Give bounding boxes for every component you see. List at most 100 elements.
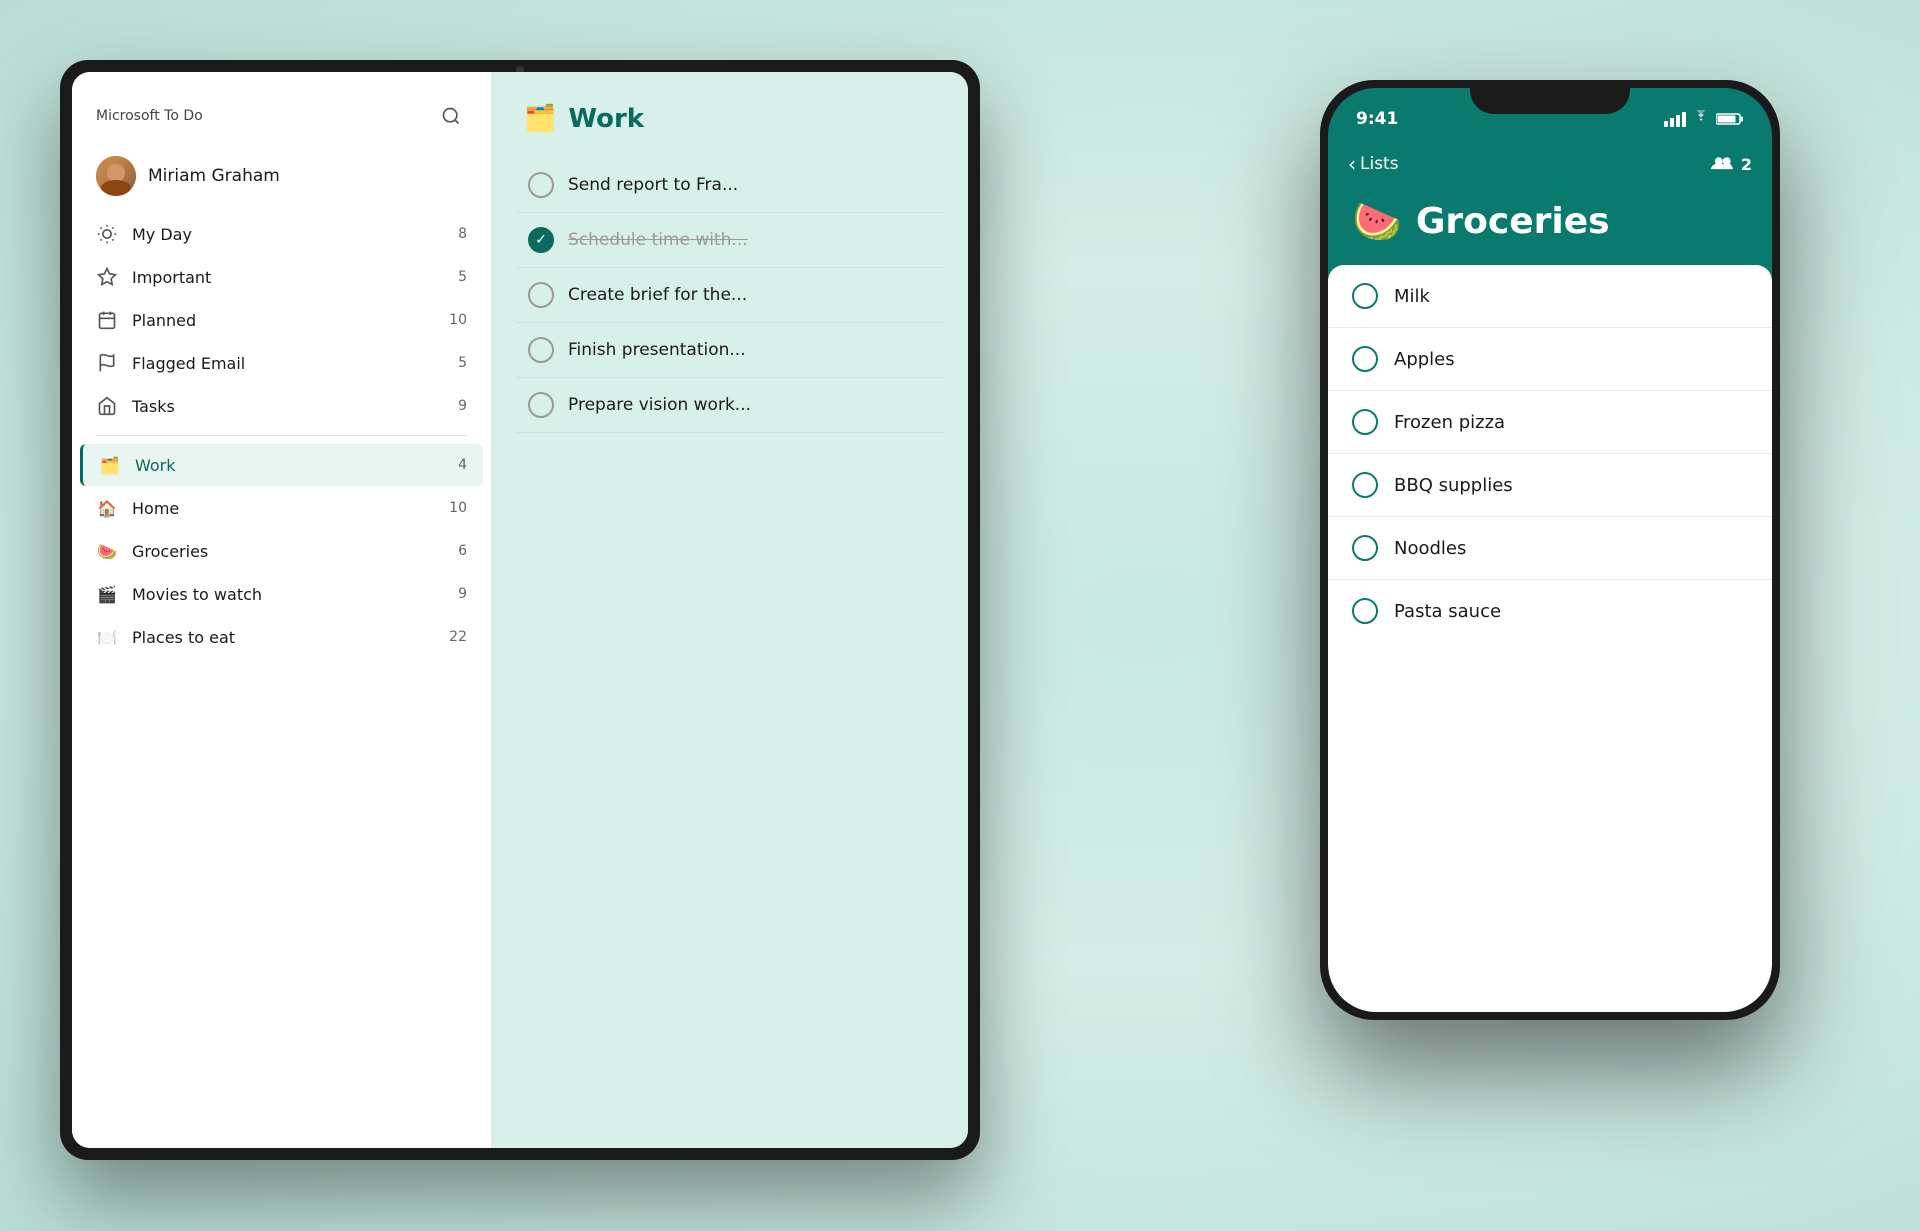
signal-icon xyxy=(1664,112,1686,127)
item-checkbox[interactable] xyxy=(1352,283,1378,309)
sidebar-header: Microsoft To Do xyxy=(72,72,491,148)
planned-label: Planned xyxy=(132,311,435,330)
sidebar-item-home[interactable]: 🏠 Home 10 xyxy=(80,487,483,529)
sidebar-item-groceries[interactable]: 🍉 Groceries 6 xyxy=(80,530,483,572)
wifi-icon xyxy=(1692,110,1710,128)
task-text: Prepare vision work... xyxy=(568,395,751,415)
task-checkbox[interactable] xyxy=(528,392,554,418)
tablet-screen: Microsoft To Do Miriam Graham xyxy=(72,72,968,1148)
work-count: 4 xyxy=(458,457,467,473)
nav-list: My Day 8 Important 5 xyxy=(72,212,491,1148)
sidebar-item-planned[interactable]: Planned 10 xyxy=(80,299,483,341)
places-label: Places to eat xyxy=(132,628,435,647)
avatar xyxy=(96,156,136,196)
calendar-icon xyxy=(96,309,118,331)
item-checkbox[interactable] xyxy=(1352,535,1378,561)
list-item[interactable]: Milk xyxy=(1328,265,1772,328)
task-item[interactable]: Send report to Fra... xyxy=(516,158,944,213)
signal-bar-3 xyxy=(1676,115,1680,127)
app-title: Microsoft To Do xyxy=(96,108,203,124)
phone-list-title: Groceries xyxy=(1416,201,1610,242)
sidebar-item-flagged-email[interactable]: Flagged Email 5 xyxy=(80,342,483,384)
task-item[interactable]: Schedule time with... xyxy=(516,213,944,268)
places-count: 22 xyxy=(449,629,467,645)
places-icon: 🍽️ xyxy=(96,626,118,648)
search-button[interactable] xyxy=(435,100,467,132)
sidebar-item-work[interactable]: 🗂️ Work 4 xyxy=(80,444,483,486)
item-checkbox[interactable] xyxy=(1352,598,1378,624)
phone-nav-bar: ‹ Lists 2 xyxy=(1328,138,1772,190)
phone-list-header: 🍉 Groceries xyxy=(1328,190,1772,265)
signal-bar-1 xyxy=(1664,121,1668,127)
main-header: 🗂️ Work xyxy=(492,72,968,150)
item-text: Milk xyxy=(1394,286,1430,307)
task-item[interactable]: Finish presentation... xyxy=(516,323,944,378)
user-name: Miriam Graham xyxy=(148,166,280,186)
planned-count: 10 xyxy=(449,312,467,328)
back-button[interactable]: ‹ Lists xyxy=(1348,152,1399,176)
item-checkbox[interactable] xyxy=(1352,472,1378,498)
list-item[interactable]: Noodles xyxy=(1328,517,1772,580)
home-count: 10 xyxy=(449,500,467,516)
signal-bar-2 xyxy=(1670,118,1674,127)
work-icon: 🗂️ xyxy=(99,454,121,476)
task-text-completed: Schedule time with... xyxy=(568,230,748,250)
task-text: Create brief for the... xyxy=(568,285,747,305)
phone-notch xyxy=(1470,80,1630,114)
sidebar-item-movies[interactable]: 🎬 Movies to watch 9 xyxy=(80,573,483,615)
groceries-count: 6 xyxy=(458,543,467,559)
home-label: Home xyxy=(132,499,435,518)
task-text: Finish presentation... xyxy=(568,340,746,360)
star-icon xyxy=(96,266,118,288)
flagged-email-label: Flagged Email xyxy=(132,354,444,373)
main-content: 🗂️ Work Send report to Fra... Schedule t… xyxy=(492,72,968,1148)
task-list: Send report to Fra... Schedule time with… xyxy=(492,150,968,1148)
task-item[interactable]: Prepare vision work... xyxy=(516,378,944,433)
task-checkbox[interactable] xyxy=(528,172,554,198)
back-chevron-icon: ‹ xyxy=(1348,152,1356,176)
nav-divider xyxy=(96,435,467,436)
work-list-icon: 🗂️ xyxy=(524,104,556,134)
item-text: Noodles xyxy=(1394,538,1466,559)
list-item[interactable]: Apples xyxy=(1328,328,1772,391)
phone-device: 9:41 xyxy=(1320,80,1780,1020)
work-label: Work xyxy=(135,456,444,475)
list-item[interactable]: BBQ supplies xyxy=(1328,454,1772,517)
user-profile[interactable]: Miriam Graham xyxy=(72,148,491,212)
tasks-icon xyxy=(96,395,118,417)
sidebar-item-tasks[interactable]: Tasks 9 xyxy=(80,385,483,427)
item-text: Frozen pizza xyxy=(1394,412,1505,433)
battery-icon xyxy=(1716,112,1744,126)
shared-count: 2 xyxy=(1741,155,1752,174)
item-checkbox[interactable] xyxy=(1352,409,1378,435)
tasks-label: Tasks xyxy=(132,397,444,416)
sidebar-item-important[interactable]: Important 5 xyxy=(80,256,483,298)
item-text: Pasta sauce xyxy=(1394,601,1501,622)
task-checkbox[interactable] xyxy=(528,337,554,363)
movies-count: 9 xyxy=(458,586,467,602)
shared-icon xyxy=(1711,154,1733,174)
list-emoji: 🍉 xyxy=(1352,198,1402,245)
task-checkbox-completed[interactable] xyxy=(528,227,554,253)
nav-right: 2 xyxy=(1711,154,1752,174)
sidebar: Microsoft To Do Miriam Graham xyxy=(72,72,492,1148)
task-item[interactable]: Create brief for the... xyxy=(516,268,944,323)
my-day-label: My Day xyxy=(132,225,444,244)
task-text: Send report to Fra... xyxy=(568,175,738,195)
back-label: Lists xyxy=(1360,154,1399,174)
item-text: BBQ supplies xyxy=(1394,475,1513,496)
phone-screen: 9:41 xyxy=(1328,88,1772,1012)
status-time: 9:41 xyxy=(1356,109,1398,129)
flag-icon xyxy=(96,352,118,374)
movies-label: Movies to watch xyxy=(132,585,444,604)
groceries-label: Groceries xyxy=(132,542,444,561)
main-title: Work xyxy=(568,104,644,134)
sidebar-item-places[interactable]: 🍽️ Places to eat 22 xyxy=(80,616,483,658)
task-checkbox[interactable] xyxy=(528,282,554,308)
movies-icon: 🎬 xyxy=(96,583,118,605)
list-item[interactable]: Pasta sauce xyxy=(1328,580,1772,642)
item-checkbox[interactable] xyxy=(1352,346,1378,372)
list-item[interactable]: Frozen pizza xyxy=(1328,391,1772,454)
sidebar-item-my-day[interactable]: My Day 8 xyxy=(80,213,483,255)
flagged-email-count: 5 xyxy=(458,355,467,371)
